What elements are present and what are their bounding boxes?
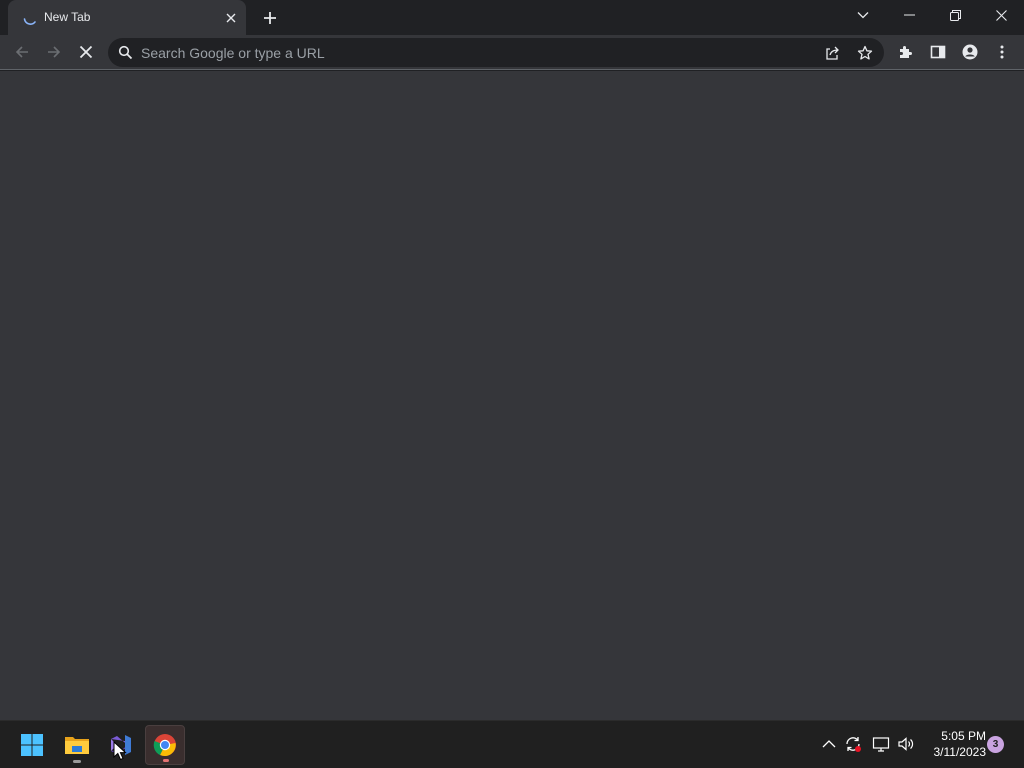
clock-time: 5:05 PM — [941, 729, 986, 743]
chevron-up-icon — [822, 740, 836, 748]
tab-strip: New Tab — [0, 0, 1024, 35]
tab-new-tab[interactable]: New Tab — [8, 0, 246, 35]
address-input[interactable] — [141, 42, 801, 63]
running-indicator — [163, 759, 169, 762]
monitor-icon — [872, 737, 890, 752]
bookmark-button[interactable] — [855, 43, 875, 63]
search-icon — [118, 45, 133, 60]
side-panel-icon — [930, 45, 946, 59]
minimize-button[interactable] — [886, 0, 932, 30]
taskbar-chrome[interactable] — [145, 725, 185, 765]
extensions-button[interactable] — [892, 38, 920, 66]
arrow-right-icon — [48, 46, 61, 58]
network-button[interactable] — [871, 734, 891, 754]
tab-title: New Tab — [44, 10, 91, 24]
running-indicator — [73, 760, 81, 763]
close-icon — [226, 13, 236, 23]
browser-menu-button[interactable] — [988, 38, 1016, 66]
share-icon — [826, 46, 839, 60]
loading-spinner-icon — [23, 18, 36, 25]
mouse-cursor-icon — [113, 741, 127, 761]
more-vertical-icon — [1000, 45, 1004, 59]
share-button[interactable] — [822, 43, 842, 63]
plus-icon — [264, 12, 276, 24]
puzzle-icon — [900, 46, 912, 58]
minimize-icon — [903, 14, 915, 16]
arrow-left-icon — [15, 46, 28, 58]
clock-date: 3/11/2023 — [933, 745, 987, 759]
star-icon — [857, 45, 873, 60]
folder-icon — [65, 737, 89, 754]
start-button[interactable] — [12, 725, 52, 765]
taskbar-clock[interactable]: 5:05 PM 3/11/2023 — [920, 728, 987, 760]
forward-button[interactable] — [40, 38, 68, 66]
speaker-icon — [898, 737, 914, 751]
notification-badge[interactable]: 3 — [987, 736, 1004, 753]
back-button[interactable] — [8, 38, 36, 66]
tab-search-button[interactable] — [840, 0, 886, 30]
new-tab-button[interactable] — [258, 6, 282, 30]
address-bar[interactable] — [108, 38, 884, 67]
taskbar-file-explorer[interactable] — [57, 725, 97, 765]
show-hidden-icons-button[interactable] — [819, 734, 839, 754]
chevron-down-icon — [857, 12, 869, 19]
close-icon — [995, 9, 1007, 21]
stop-loading-button[interactable] — [72, 38, 100, 66]
browser-toolbar — [0, 35, 1024, 70]
person-icon — [962, 44, 978, 60]
windows-logo-icon — [21, 734, 43, 756]
sync-status-button[interactable] — [843, 734, 863, 754]
chrome-icon — [153, 734, 176, 757]
restore-icon — [949, 9, 961, 21]
side-panel-button[interactable] — [924, 38, 952, 66]
restore-button[interactable] — [932, 0, 978, 30]
close-icon — [79, 45, 93, 59]
page-content — [0, 71, 1024, 720]
close-window-button[interactable] — [978, 0, 1024, 30]
sync-icon — [846, 737, 861, 752]
profile-button[interactable] — [956, 38, 984, 66]
tab-close-button[interactable] — [222, 9, 240, 27]
volume-button[interactable] — [896, 734, 916, 754]
